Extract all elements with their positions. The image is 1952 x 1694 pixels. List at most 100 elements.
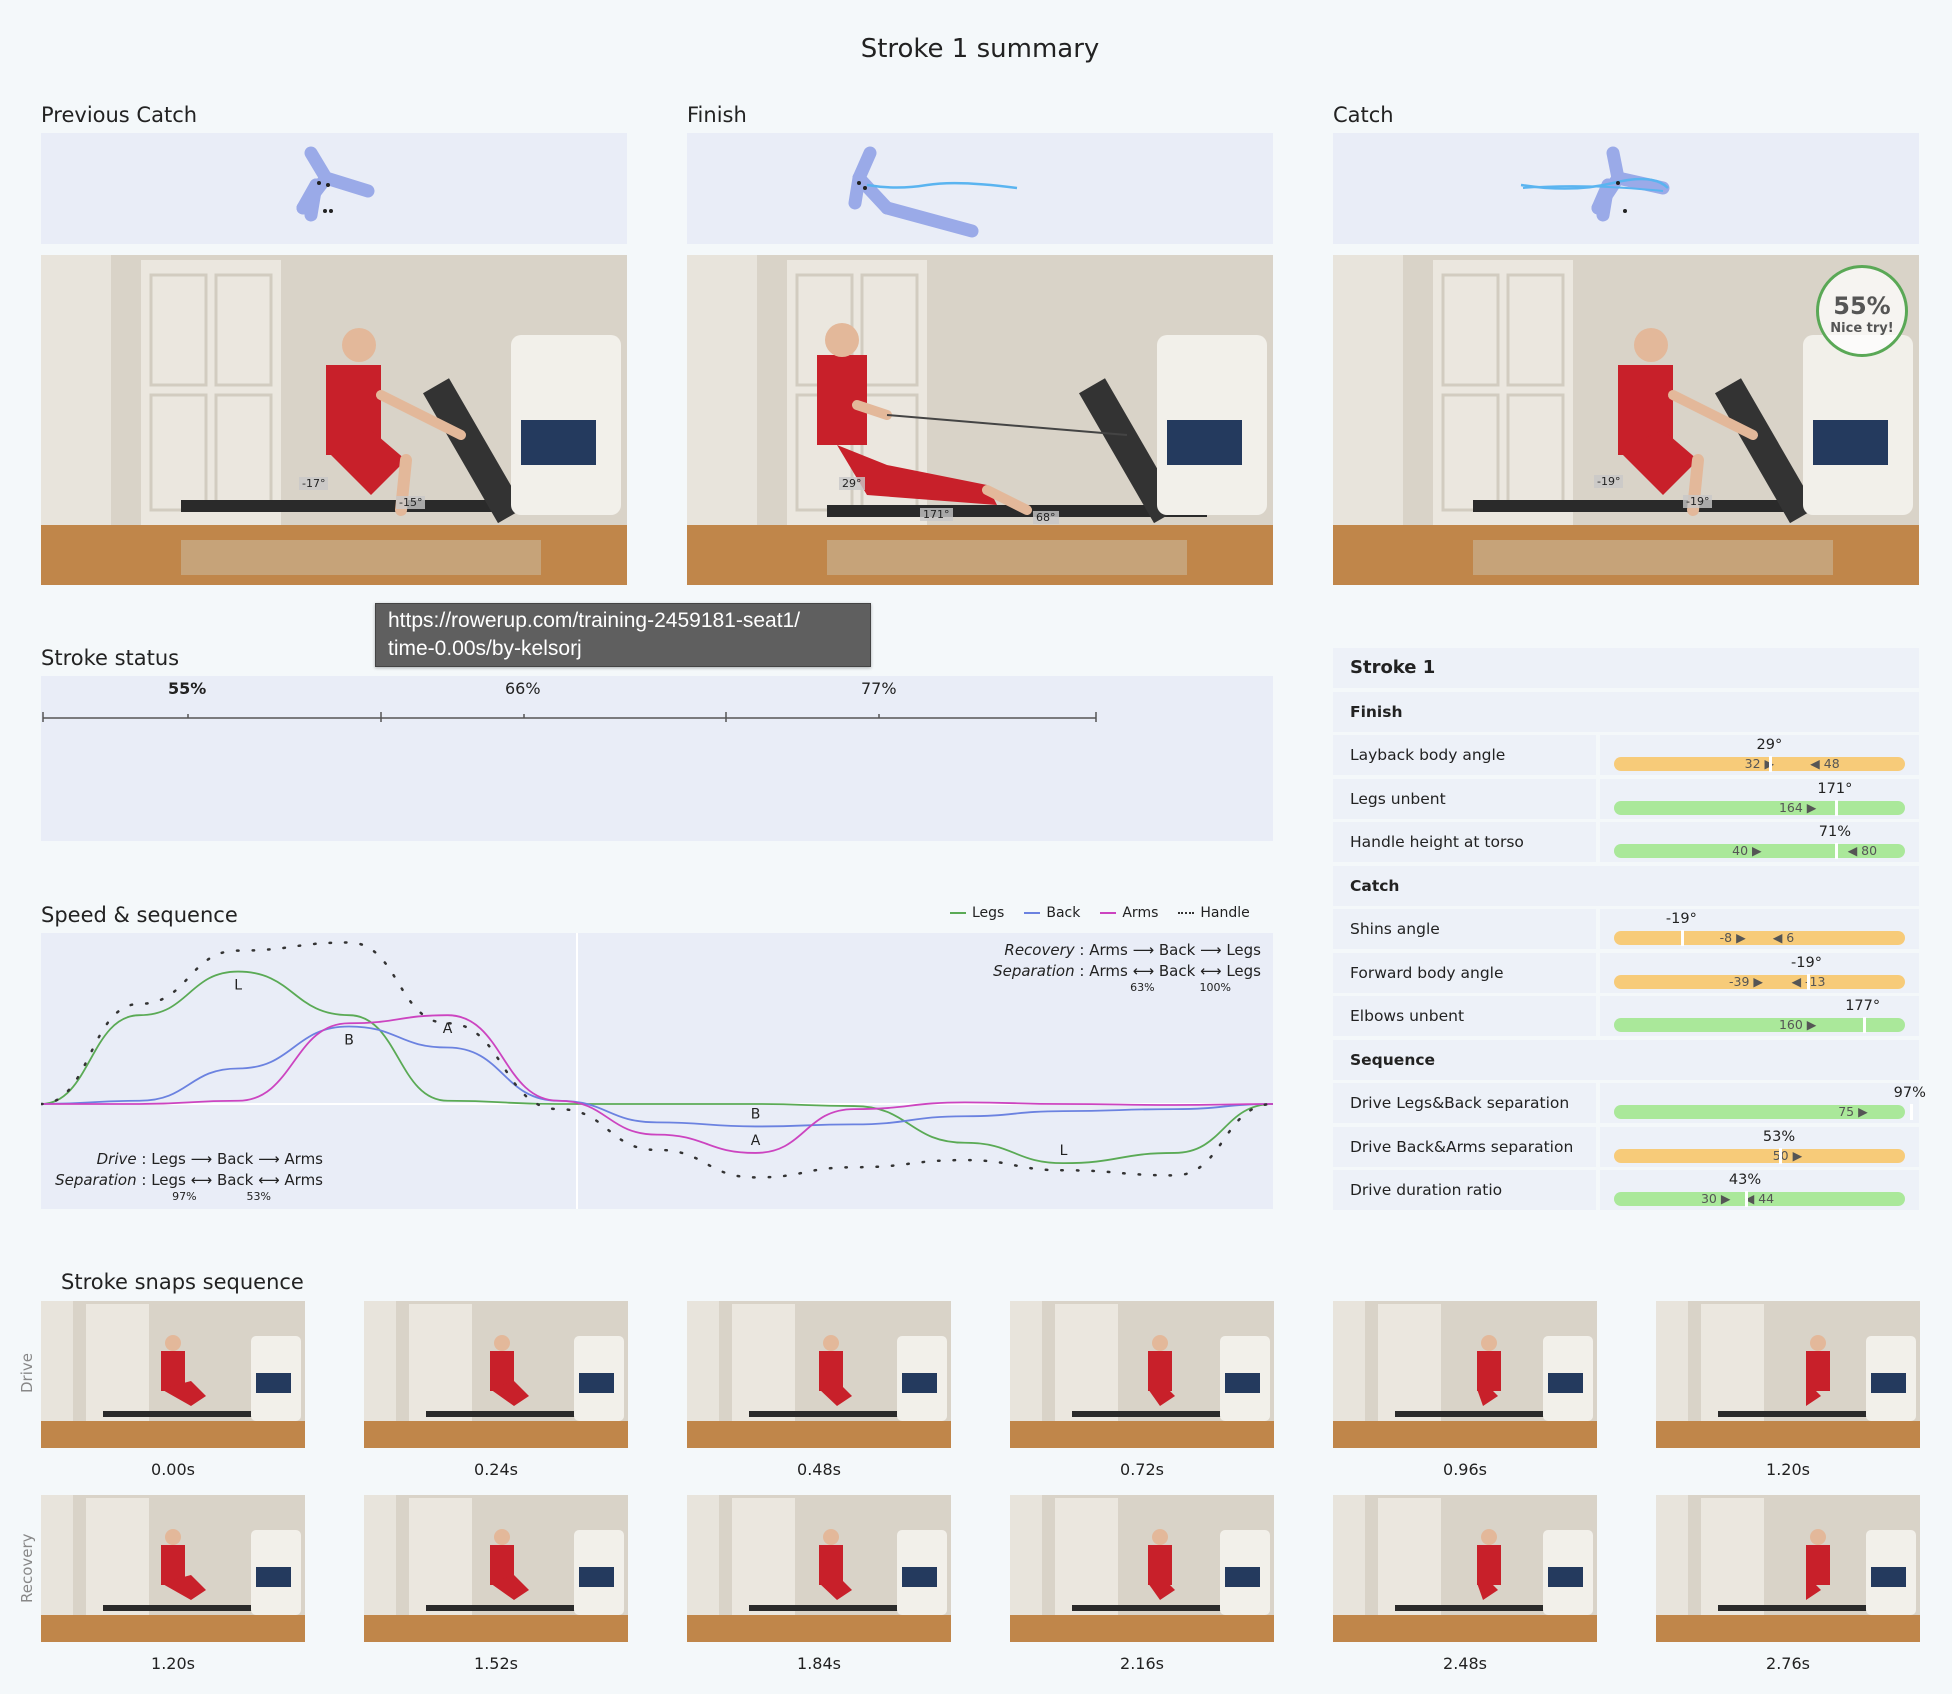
stroke-snap-thumbnail[interactable] [1333,1495,1597,1642]
metrics-group-header: Sequence [1333,1039,1919,1080]
angle-readout: 171° [920,508,953,521]
previous-catch-photo: -17° -15° [41,255,627,585]
stroke-snap-thumbnail[interactable] [1010,1495,1274,1642]
catch-label: Catch [1333,103,1394,127]
legend-item-handle: Handle [1178,905,1250,921]
rower-photo [687,1495,951,1642]
stroke-snap-thumbnail[interactable] [364,1495,628,1642]
series-line-back [40,1025,1274,1128]
metric-value: 177° [1845,998,1881,1014]
metrics-group-header: Finish [1333,691,1919,732]
metric-limit: 75 ▶ [1838,1104,1868,1119]
rower-photo [687,1301,951,1448]
metric-row: Shins angle -8 ▶ ◀ 6 -19° [1333,909,1919,949]
rower-photo [1656,1495,1920,1642]
finish-photo: 29° 171° 68° [687,255,1273,585]
status-segment[interactable]: 66% [505,679,541,698]
catch-skeleton [1333,133,1919,244]
rower-photo [41,1301,305,1448]
recovery-annotation: Recovery : Arms ⟶ Back ⟶ Legs Separation… [993,941,1261,994]
metric-marker [1779,1147,1783,1164]
metric-limit: 164 ▶ [1778,799,1817,815]
drive-row-label: Drive [18,1353,36,1393]
metric-marker [1769,756,1773,772]
metric-gauge: -8 ▶ ◀ 6 -19° [1600,909,1919,949]
peak-label: L [234,978,242,994]
rower-photo [41,1495,305,1642]
stroke-snap-thumbnail[interactable] [1333,1301,1597,1448]
recovery-row-label: Recovery [18,1533,36,1603]
stroke-snap-thumbnail[interactable] [687,1301,951,1448]
stroke-snap-thumbnail[interactable] [687,1495,951,1642]
metric-marker [1681,930,1685,946]
peak-label: A [443,1021,453,1037]
metric-gauge: 50 ▶ 53% [1600,1126,1919,1167]
angle-readout: 68° [1033,511,1059,524]
chart-legend: Legs Back Arms Handle [950,905,1250,921]
metric-marker [1834,843,1838,859]
angle-readout: -15° [396,496,426,509]
finish-skeleton [687,133,1273,244]
rower-photo [1010,1495,1274,1642]
snap-time-label: 0.48s [797,1460,841,1479]
skeleton-figure [848,146,1018,238]
finish-label: Finish [687,103,747,127]
metric-limit: -39 ▶ [1729,973,1764,989]
rower-photo [687,255,1273,585]
snap-time-label: 2.76s [1766,1654,1810,1673]
snap-time-label: 1.20s [151,1654,195,1673]
metric-limit: 160 ▶ [1778,1017,1817,1032]
stroke-snap-thumbnail[interactable] [1656,1301,1920,1448]
metric-limit: 40 ▶ [1732,843,1762,858]
metric-gauge: 164 ▶ 171° [1600,778,1919,819]
snap-time-label: 2.48s [1443,1654,1487,1673]
chart-panel: LBABAL Drive : Legs ⟶ Back ⟶ Arms Separa… [39,933,1275,1209]
metric-gauge: 40 ▶ ◀ 80 71% [1600,822,1919,862]
metric-row: Layback body angle 32 ▶ ◀ 48 29° [1333,735,1919,775]
snaps-title: Stroke snaps sequence [61,1270,304,1294]
metric-label: Shins angle [1333,909,1596,949]
stroke-snap-thumbnail[interactable] [1656,1495,1920,1642]
peak-label: B [751,1106,761,1122]
rower-photo [1010,1301,1274,1448]
stroke-snap-thumbnail[interactable] [41,1301,305,1448]
metric-row: Forward body angle -39 ▶ ◀ -13 -19° [1333,952,1919,993]
stroke-snap-thumbnail[interactable] [364,1301,628,1448]
rower-photo [364,1495,628,1642]
metric-limit: ◀ 44 [1744,1191,1775,1206]
snap-time-label: 1.84s [797,1654,841,1673]
drive-annotation: Drive : Legs ⟶ Back ⟶ Arms Separation : … [55,1150,323,1203]
stroke-snap-thumbnail[interactable] [41,1495,305,1642]
previous-catch-label: Previous Catch [41,103,198,127]
metric-row: Elbows unbent 160 ▶ 177° [1333,996,1919,1036]
metric-label: Layback body angle [1333,735,1596,775]
stroke-status-label: Stroke status [41,646,180,670]
metric-label: Drive duration ratio [1333,1170,1596,1210]
metric-gauge: -39 ▶ ◀ -13 -19° [1600,952,1919,993]
previous-catch-skeleton [41,133,627,244]
metrics-title: Stroke 1 [1333,648,1919,688]
metric-limit: -8 ▶ [1719,930,1746,945]
status-segment[interactable]: 77% [861,679,897,698]
snap-time-label: 0.24s [474,1460,518,1479]
peak-label: L [1060,1143,1068,1159]
status-segment[interactable]: 55% [168,679,206,698]
metric-bar [1614,1148,1905,1163]
metric-value: 171° [1817,780,1853,797]
peak-label: A [751,1133,761,1149]
metric-marker [1834,799,1838,816]
page-title: Stroke 1 summary [860,34,1100,64]
metric-gauge: 30 ▶ ◀ 44 43% [1600,1170,1919,1210]
metrics-table: Stroke 1 Finish Layback body angle 32 ▶ ◀ 4… [1333,648,1926,1214]
stroke-snap-thumbnail[interactable] [1010,1301,1274,1448]
metric-value: 43% [1728,1172,1762,1188]
legend-item-arms: Arms [1100,905,1158,921]
metric-value: 29° [1756,737,1783,753]
rower-photo [41,255,627,585]
metrics-group-header: Catch [1333,865,1919,906]
metric-bar [1614,800,1905,815]
stroke-status-panel: 55% 66% 77% [41,676,1273,841]
tooltip-line: time-0.00s/by-kelsorj [388,637,582,660]
metric-label: Handle height at torso [1333,822,1596,862]
catch-photo: -19° -19° 55% Nice try! [1333,255,1919,585]
